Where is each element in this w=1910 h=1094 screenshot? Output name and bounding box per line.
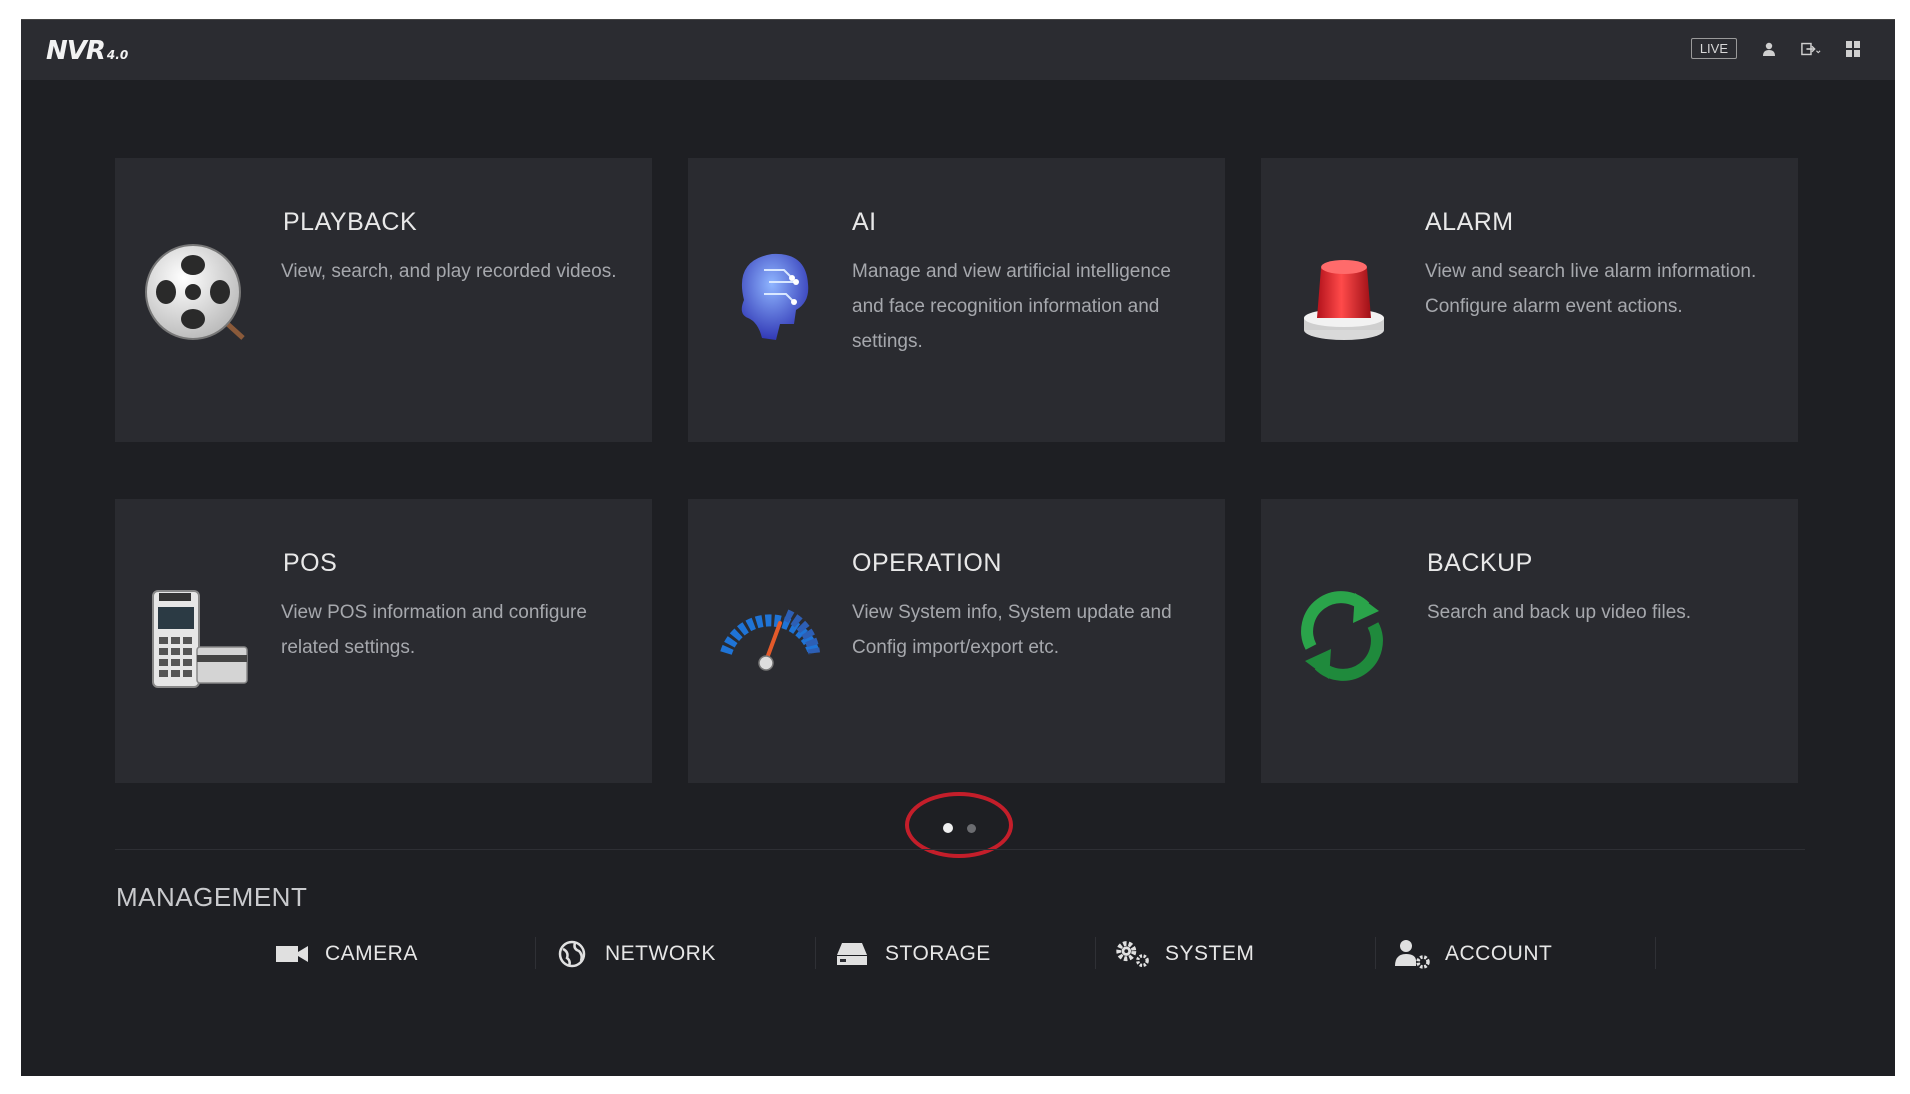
alarm-siren-icon — [1287, 240, 1397, 350]
pos-terminal-icon — [141, 581, 251, 691]
tile-playback[interactable]: PLAYBACK View, search, and play recorded… — [115, 158, 652, 442]
management-network[interactable]: NETWORK — [553, 927, 716, 981]
tile-title: BACKUP — [1427, 549, 1533, 577]
separator — [1095, 937, 1096, 969]
user-settings-icon — [1393, 937, 1431, 971]
tile-description: Search and back up video files. — [1427, 602, 1692, 623]
tile-description: View POS information and configure relat… — [281, 602, 587, 658]
separator — [1375, 937, 1376, 969]
tile-description: View System info, System update and Conf… — [852, 602, 1172, 658]
hard-drive-icon — [833, 937, 871, 971]
management-label: ACCOUNT — [1445, 942, 1553, 965]
separator — [815, 937, 816, 969]
management-label: CAMERA — [325, 942, 418, 965]
management-system[interactable]: SYSTEM — [1113, 927, 1254, 981]
separator — [535, 937, 536, 969]
nvr-logo: NVR 4.0 — [46, 38, 128, 64]
nvr-main-menu: NVR 4.0 LIVE PLAYBACK View, search, and … — [21, 19, 1895, 1076]
management-title: MANAGEMENT — [116, 882, 308, 912]
tile-backup[interactable]: BACKUP Search and back up video files. — [1261, 499, 1798, 783]
tile-operation[interactable]: OPERATION View System info, System updat… — [688, 499, 1225, 783]
management-account[interactable]: ACCOUNT — [1393, 927, 1552, 981]
separator — [1655, 937, 1656, 969]
tile-description: Manage and view artificial intelligence … — [852, 261, 1171, 352]
management-bar: CAMERA NETWORK STORAGE SYSTEM ACCOUNT — [21, 927, 1895, 981]
tile-ai[interactable]: AI Manage and view artificial intelligen… — [688, 158, 1225, 442]
tile-title: POS — [283, 549, 338, 577]
management-label: NETWORK — [605, 942, 716, 965]
camera-icon — [273, 937, 311, 971]
sync-arrows-icon — [1287, 581, 1397, 691]
tile-title: ALARM — [1425, 208, 1514, 236]
tile-title: OPERATION — [852, 549, 1002, 577]
tile-description: View, search, and play recorded videos. — [281, 261, 617, 282]
tile-pos[interactable]: POS View POS information and configure r… — [115, 499, 652, 783]
top-actions: LIVE — [1690, 38, 1863, 59]
gears-icon — [1113, 937, 1151, 971]
management-label: STORAGE — [885, 942, 991, 965]
logout-icon[interactable] — [1801, 39, 1821, 59]
live-button[interactable]: LIVE — [1690, 38, 1737, 59]
logo-version: 4.0 — [106, 48, 129, 62]
ai-head-icon — [714, 240, 824, 350]
management-camera[interactable]: CAMERA — [273, 927, 418, 981]
tile-description: View and search live alarm information. … — [1425, 261, 1757, 317]
logo-text: NVR — [46, 36, 106, 66]
management-label: SYSTEM — [1165, 942, 1255, 965]
grid-icon[interactable] — [1843, 39, 1863, 59]
film-reel-icon — [141, 240, 251, 350]
user-icon[interactable] — [1759, 39, 1779, 59]
divider — [115, 849, 1805, 850]
gauge-icon — [714, 581, 824, 691]
top-bar: NVR 4.0 LIVE — [21, 19, 1895, 80]
tile-title: AI — [852, 208, 877, 236]
tile-alarm[interactable]: ALARM View and search live alarm informa… — [1261, 158, 1798, 442]
tile-title: PLAYBACK — [283, 208, 418, 236]
management-storage[interactable]: STORAGE — [833, 927, 991, 981]
globe-icon — [553, 937, 591, 971]
